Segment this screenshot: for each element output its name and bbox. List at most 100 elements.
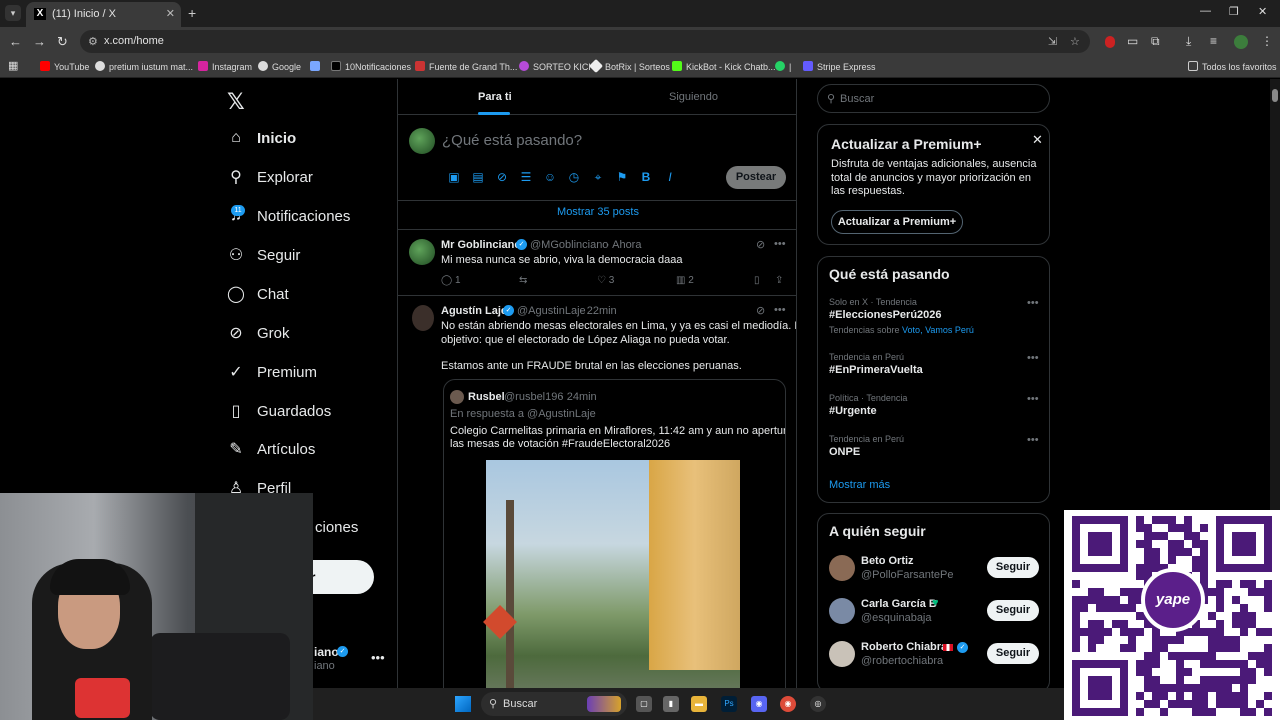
- menu-dots-icon[interactable]: ⋮: [1261, 34, 1273, 48]
- nav-item-guardados[interactable]: ▯ Guardados: [227, 399, 332, 423]
- scrollbar-thumb[interactable]: [1272, 89, 1278, 102]
- restore-icon[interactable]: ❐: [1229, 5, 1239, 18]
- tweet-author-name[interactable]: Agustín Laje: [441, 305, 507, 317]
- avatar[interactable]: [829, 598, 855, 624]
- avatar[interactable]: [829, 641, 855, 667]
- media-icon[interactable]: ≡: [1210, 34, 1217, 48]
- follow-user-name[interactable]: Beto Ortiz: [861, 555, 914, 567]
- more-icon[interactable]: •••: [774, 304, 786, 316]
- show-more-link[interactable]: Mostrar más: [829, 479, 890, 491]
- bookmark-instagram[interactable]: Instagram: [198, 61, 252, 72]
- bookmark-sorteo-kick[interactable]: SORTEO KICK: [519, 61, 594, 72]
- browser-tab[interactable]: X (11) Inicio / X ✕: [26, 2, 181, 27]
- follow-button[interactable]: Seguir: [987, 643, 1039, 664]
- tab-siguiendo[interactable]: Siguiendo: [669, 91, 718, 103]
- install-icon[interactable]: ⇲: [1048, 35, 1057, 48]
- download-icon[interactable]: ⤓: [1186, 34, 1191, 49]
- repost-icon[interactable]: ⇆: [519, 275, 527, 286]
- extension-icon[interactable]: [1105, 36, 1115, 48]
- avatar[interactable]: [829, 555, 855, 581]
- bookmark-icon[interactable]: ▯: [754, 275, 760, 286]
- chrome-icon[interactable]: ◉: [780, 696, 796, 712]
- more-icon[interactable]: •••: [1027, 393, 1039, 405]
- compose-input[interactable]: ¿Qué está pasando?: [442, 132, 582, 149]
- follow-button[interactable]: Seguir: [987, 557, 1039, 578]
- search-input[interactable]: ⚲ Buscar: [817, 84, 1050, 113]
- extension-icon[interactable]: ▭: [1127, 34, 1138, 48]
- trend-name[interactable]: #EleccionesPerú2026: [829, 309, 942, 321]
- bold-icon[interactable]: B: [634, 170, 658, 185]
- italic-icon[interactable]: I: [658, 170, 682, 185]
- bookmark-youtube[interactable]: YouTube: [40, 61, 89, 72]
- trend-name[interactable]: ONPE: [829, 446, 860, 458]
- tweet-handle[interactable]: @MGoblinciano: [530, 239, 608, 251]
- tweet-avatar[interactable]: [409, 239, 435, 265]
- grok-icon[interactable]: ⊘: [756, 304, 765, 317]
- more-icon[interactable]: •••: [774, 238, 786, 250]
- like-button[interactable]: ♡ 3: [597, 275, 614, 286]
- trend-name[interactable]: #EnPrimeraVuelta: [829, 364, 923, 376]
- close-icon[interactable]: ✕: [1032, 132, 1043, 148]
- nav-item-notificaciones[interactable]: ♫Notificaciones: [227, 204, 350, 228]
- apps-icon[interactable]: ▦: [8, 59, 18, 72]
- emoji-icon[interactable]: ☺: [538, 170, 562, 185]
- tweet-author-name[interactable]: Mr Goblinciano: [441, 239, 521, 251]
- trend-related-links[interactable]: Voto, Vamos Perú: [902, 325, 974, 335]
- close-window-icon[interactable]: ✕: [1258, 5, 1267, 18]
- nav-item-articulos[interactable]: ✎ Artículos: [227, 437, 315, 461]
- photoshop-icon[interactable]: Ps: [721, 696, 737, 712]
- nav-item-explorar[interactable]: ⚲ Explorar: [227, 165, 313, 189]
- show-new-posts[interactable]: Mostrar 35 posts: [398, 206, 796, 218]
- address-bar[interactable]: ⚙ x.com/home ⇲ ☆: [80, 30, 1090, 53]
- windows-start-icon[interactable]: [455, 696, 471, 712]
- avatar[interactable]: [409, 128, 435, 154]
- upgrade-premium-button[interactable]: Actualizar a Premium+: [831, 210, 963, 234]
- extensions-puzzle-icon[interactable]: ⧉: [1151, 34, 1160, 49]
- more-icon[interactable]: •••: [1027, 297, 1039, 309]
- nav-item-premium[interactable]: ✓ Premium: [227, 360, 317, 384]
- tab-para-ti[interactable]: Para ti: [478, 91, 512, 103]
- bookmark-stripe[interactable]: Stripe Express: [803, 61, 876, 72]
- task-view-icon[interactable]: ▢: [636, 696, 652, 712]
- reply-button[interactable]: ◯ 1: [441, 275, 461, 286]
- views-button[interactable]: ▥ 2: [676, 275, 694, 286]
- bookmark-google[interactable]: Google: [258, 61, 301, 72]
- nav-item-seguir[interactable]: ⚇ Seguir: [227, 243, 301, 267]
- site-info-icon[interactable]: ⚙: [88, 35, 98, 48]
- all-bookmarks[interactable]: Todos los favoritos: [1188, 61, 1277, 72]
- bookmark-whatsapp[interactable]: |: [775, 61, 791, 72]
- bookmark-kickbot[interactable]: KickBot - Kick Chatb...: [672, 61, 776, 72]
- follow-button[interactable]: Seguir: [987, 600, 1039, 621]
- tweet-handle[interactable]: @AgustinLaje: [517, 305, 586, 317]
- quote-photo[interactable]: [483, 460, 740, 720]
- nav-item-chat[interactable]: ◯ Chat: [227, 282, 289, 306]
- image-icon[interactable]: ▣: [442, 170, 466, 185]
- post-button[interactable]: Postear: [726, 166, 786, 189]
- profile-avatar-icon[interactable]: [1234, 35, 1248, 49]
- bookmark-notificaciones[interactable]: 10Notificaciones: [331, 61, 411, 72]
- tab-close-icon[interactable]: ✕: [166, 7, 175, 20]
- follow-user-name[interactable]: Carla García B: [861, 598, 937, 610]
- nav-item-more-options[interactable]: ciones: [315, 515, 358, 539]
- more-icon[interactable]: •••: [1027, 434, 1039, 446]
- trend-name[interactable]: #Urgente: [829, 405, 877, 417]
- gif-icon[interactable]: ▤: [466, 170, 490, 185]
- tweet-time[interactable]: · Ahora: [606, 239, 641, 251]
- bookmark-botrix[interactable]: BotRix | Sorteos: [588, 58, 670, 74]
- grok-icon[interactable]: ⊘: [490, 170, 514, 185]
- x-logo-icon[interactable]: 𝕏: [227, 89, 245, 115]
- discord-icon[interactable]: ◉: [751, 696, 767, 712]
- bookmark-pretium[interactable]: pretium iustum mat...: [95, 61, 193, 72]
- new-tab-icon[interactable]: +: [188, 5, 196, 21]
- obs-icon[interactable]: ◎: [810, 696, 826, 712]
- bookmark-gemini[interactable]: [310, 61, 324, 72]
- quoted-tweet[interactable]: Rusbel @rusbel196 · 24min En respuesta a…: [443, 379, 786, 720]
- app-icon[interactable]: ▮: [663, 696, 679, 712]
- nav-item-grok[interactable]: ⊘ Grok: [227, 321, 289, 345]
- reload-icon[interactable]: ↻: [57, 34, 68, 50]
- tweet-avatar[interactable]: [412, 305, 434, 331]
- forward-icon[interactable]: →: [33, 34, 46, 49]
- follow-user-name[interactable]: Roberto Chiabra: [861, 641, 947, 653]
- flag-icon[interactable]: ⚑: [610, 170, 634, 185]
- file-explorer-icon[interactable]: ▬: [691, 696, 707, 712]
